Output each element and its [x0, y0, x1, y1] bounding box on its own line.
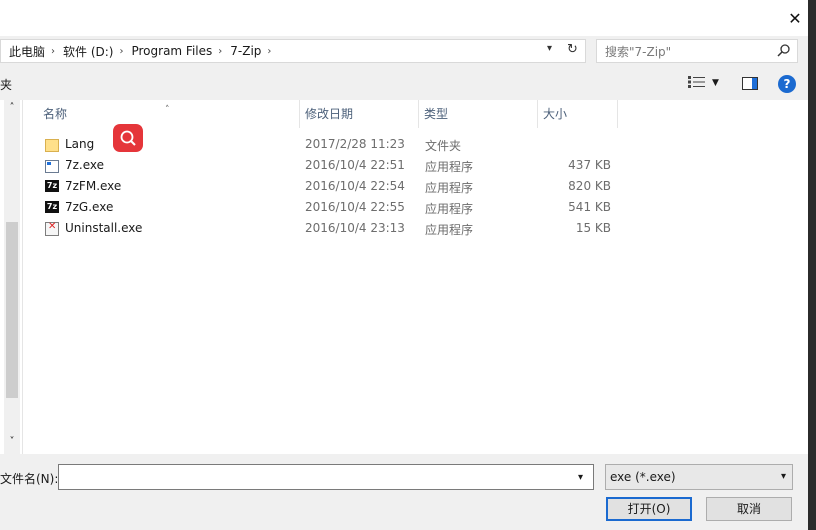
file-type: 应用程序: [425, 202, 474, 216]
file-row[interactable]: 7z.exe 2016/10/4 22:51 应用程序 437 KB: [23, 155, 809, 176]
file-size: 437 KB: [568, 158, 611, 172]
new-folder-button[interactable]: 夹: [0, 76, 12, 93]
nav-scrollbar[interactable]: ˄ ˅: [4, 100, 20, 454]
address-bar[interactable]: 此电脑 › 软件 (D:) › Program Files › 7-Zip › …: [0, 39, 586, 63]
column-header-type[interactable]: 类型: [418, 100, 538, 128]
breadcrumb: 此电脑 › 软件 (D:) › Program Files › 7-Zip ›: [1, 43, 271, 59]
column-header-label: 大小: [543, 107, 568, 121]
file-size: 820 KB: [568, 179, 611, 193]
file-row[interactable]: 7z 7zFM.exe 2016/10/4 22:54 应用程序 820 KB: [23, 176, 809, 197]
file-list: 名称 ˄ 修改日期 类型 大小 Lang 2017/2/28 11:23 文件夹…: [22, 100, 809, 454]
scroll-thumb[interactable]: [6, 222, 18, 398]
breadcrumb-item[interactable]: 软件 (D:): [55, 43, 119, 60]
app-icon: [45, 160, 59, 173]
column-header-date[interactable]: 修改日期: [299, 100, 419, 128]
filename-label: 文件名(N):: [0, 472, 59, 486]
7zip-icon: 7z: [45, 180, 59, 192]
scroll-down-icon[interactable]: ˅: [4, 436, 20, 447]
file-name: 7z.exe: [65, 158, 105, 172]
file-type: 应用程序: [425, 181, 474, 195]
view-dropdown-icon[interactable]: ▼: [712, 78, 719, 88]
file-name: Lang: [65, 137, 95, 151]
file-size: 15 KB: [575, 221, 611, 235]
chevron-down-icon[interactable]: ▾: [578, 472, 583, 483]
file-name: 7zG.exe: [65, 200, 114, 214]
navigation-pane: ˄ ˅: [0, 100, 22, 454]
file-date: 2016/10/4 23:13: [305, 221, 405, 235]
file-type: 应用程序: [425, 160, 474, 174]
file-row[interactable]: Uninstall.exe 2016/10/4 23:13 应用程序 15 KB: [23, 218, 809, 239]
breadcrumb-item[interactable]: 7-Zip: [222, 44, 267, 58]
file-date: 2016/10/4 22:55: [305, 200, 405, 214]
column-header-name[interactable]: 名称 ˄: [23, 100, 300, 128]
folder-icon: [45, 139, 59, 152]
refresh-icon[interactable]: ↻: [567, 42, 578, 57]
filetype-select[interactable]: exe (*.exe) ▾: [605, 464, 793, 490]
chevron-right-icon[interactable]: ›: [267, 46, 271, 57]
7zip-icon: 7z: [45, 201, 59, 213]
dialog-footer: 文件名(N): ▾ exe (*.exe) ▾ 打开(O) 取消: [0, 454, 808, 530]
scroll-up-icon[interactable]: ˄: [4, 102, 20, 113]
filename-input[interactable]: [58, 464, 594, 490]
window-edge: [808, 0, 816, 36]
column-header-label: 修改日期: [305, 107, 354, 121]
column-header-label: 名称: [43, 107, 68, 121]
preview-pane-icon[interactable]: [742, 77, 758, 90]
file-type: 文件夹: [425, 139, 462, 153]
file-type: 应用程序: [425, 223, 474, 237]
cancel-button[interactable]: 取消: [706, 497, 792, 521]
toolbar: 夹 ▼ ?: [0, 66, 808, 100]
file-name: Uninstall.exe: [65, 221, 143, 235]
address-row: 此电脑 › 软件 (D:) › Program Files › 7-Zip › …: [0, 36, 808, 66]
close-button[interactable]: ✕: [786, 8, 804, 28]
window-edge: [808, 36, 816, 530]
file-row[interactable]: 7z 7zG.exe 2016/10/4 22:55 应用程序 541 KB: [23, 197, 809, 218]
close-icon: ✕: [788, 8, 802, 28]
breadcrumb-item[interactable]: Program Files: [123, 44, 218, 58]
search-icon[interactable]: [777, 43, 791, 60]
title-bar: ✕: [0, 0, 816, 36]
breadcrumb-item[interactable]: 此电脑: [1, 43, 51, 60]
file-name: 7zFM.exe: [65, 179, 122, 193]
search-input[interactable]: 搜索"7-Zip": [596, 39, 798, 63]
filetype-value: exe (*.exe): [610, 470, 676, 484]
file-date: 2016/10/4 22:51: [305, 158, 405, 172]
magnifier-icon[interactable]: [113, 124, 143, 152]
column-header-label: 类型: [424, 107, 449, 121]
uninstall-icon: [45, 221, 59, 236]
help-icon[interactable]: ?: [778, 75, 796, 93]
chevron-down-icon[interactable]: ▾: [547, 43, 552, 54]
search-placeholder: 搜索"7-Zip": [605, 45, 672, 59]
open-button[interactable]: 打开(O): [606, 497, 692, 521]
view-icon[interactable]: [688, 76, 706, 91]
file-size: 541 KB: [568, 200, 611, 214]
file-date: 2017/2/28 11:23: [305, 137, 405, 151]
column-header-size[interactable]: 大小: [537, 100, 618, 128]
sort-ascending-icon: ˄: [165, 105, 170, 115]
chevron-down-icon[interactable]: ▾: [781, 471, 786, 482]
file-date: 2016/10/4 22:54: [305, 179, 405, 193]
